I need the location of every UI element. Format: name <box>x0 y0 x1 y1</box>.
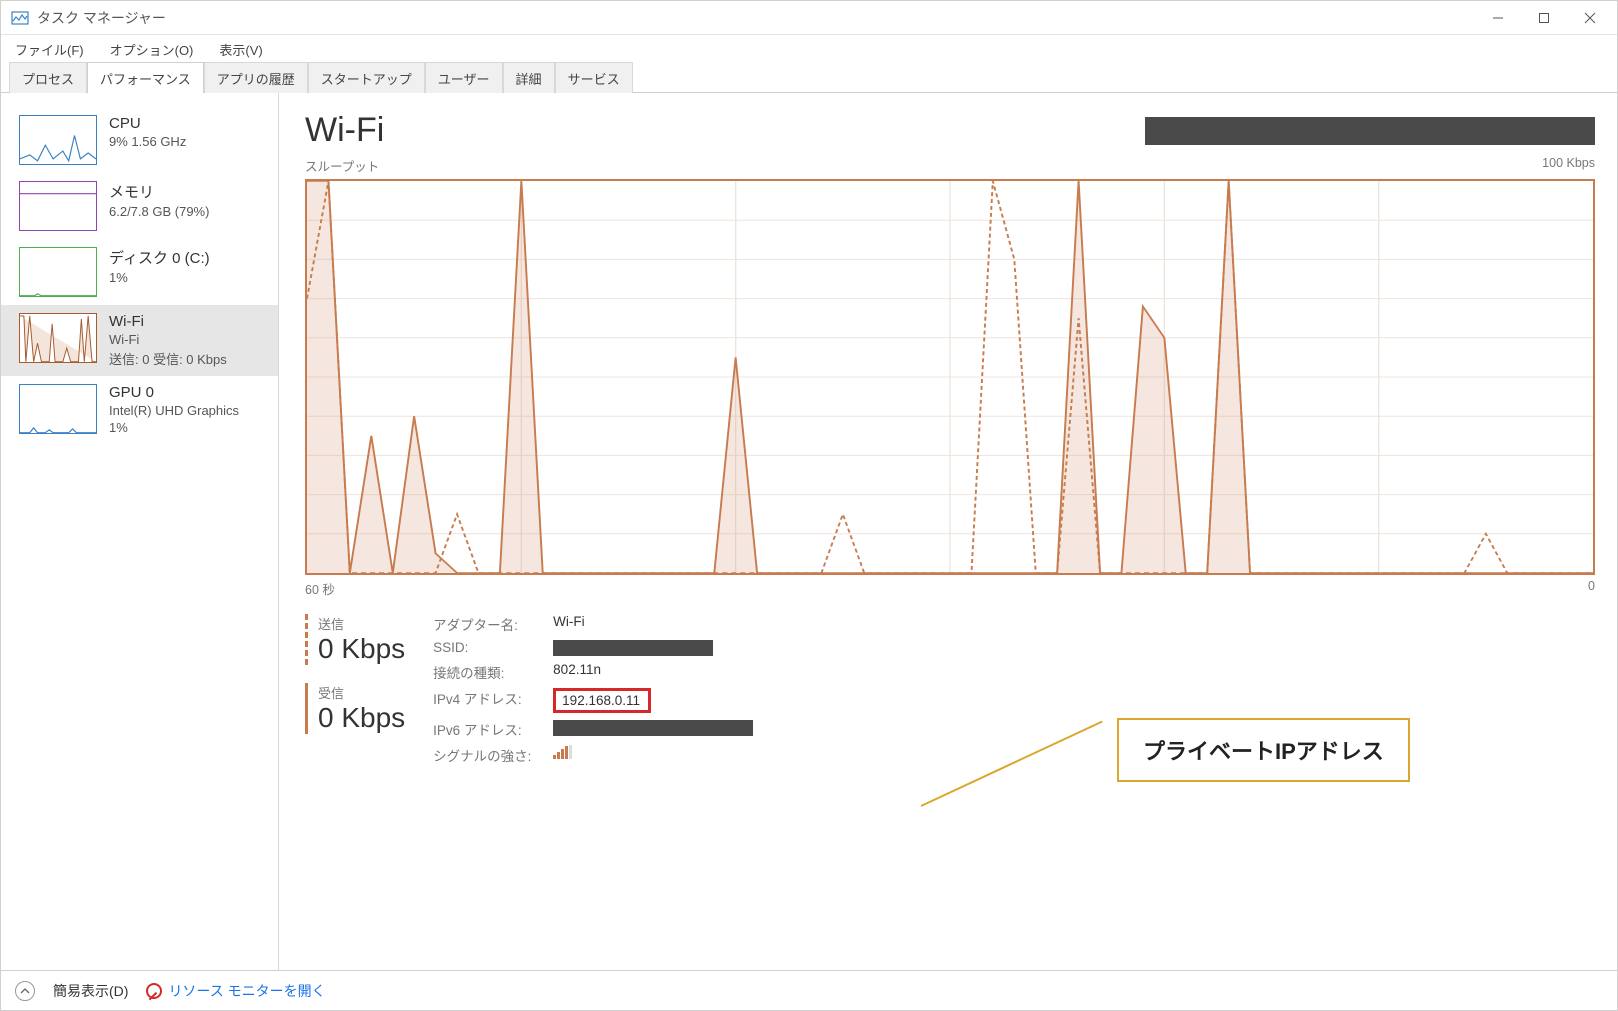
detail-grid: アダプター名: Wi-Fi SSID: 接続の種類: 802.11n IPv4 … <box>433 614 763 765</box>
resource-monitor-icon <box>146 983 162 999</box>
memory-thumb <box>19 181 97 231</box>
sidebar-label: メモリ <box>109 181 209 202</box>
chart-axis-left: 60 秒 <box>305 579 335 598</box>
conn-value: 802.11n <box>553 662 763 682</box>
fewer-details-button[interactable]: 簡易表示(D) <box>53 981 128 1001</box>
page-title: Wi-Fi <box>305 111 384 150</box>
window-title: タスク マネージャー <box>37 8 166 28</box>
chart-axis-right: 0 <box>1588 579 1595 598</box>
sidebar-item-cpu[interactable]: CPU 9% 1.56 GHz <box>1 107 278 173</box>
recv-value: 0 Kbps <box>318 702 405 734</box>
menu-options[interactable]: オプション(O) <box>104 36 200 63</box>
sidebar-label: ディスク 0 (C:) <box>109 247 210 268</box>
sidebar: CPU 9% 1.56 GHz メモリ 6.2/7.8 GB (79%) <box>1 93 279 970</box>
ipv6-value <box>553 719 763 739</box>
sidebar-sub2: 1% <box>109 420 239 435</box>
menu-file[interactable]: ファイル(F) <box>9 36 90 63</box>
cpu-thumb <box>19 115 97 165</box>
chart-caption: スループット 100 Kbps <box>305 156 1595 175</box>
menu-view[interactable]: 表示(V) <box>213 36 268 63</box>
send-value: 0 Kbps <box>318 633 405 665</box>
tab-services[interactable]: サービス <box>555 62 633 93</box>
conn-label: 接続の種類: <box>433 662 553 682</box>
ipv4-value-cell: 192.168.0.11 <box>553 688 763 713</box>
app-icon <box>11 9 29 27</box>
ipv4-label: IPv4 アドレス: <box>433 688 553 713</box>
ssid-value <box>553 640 763 656</box>
sidebar-label: GPU 0 <box>109 384 239 401</box>
throughput-chart <box>305 179 1595 575</box>
chevron-up-icon[interactable] <box>15 981 35 1001</box>
tab-app-history[interactable]: アプリの履歴 <box>204 62 308 93</box>
close-button[interactable] <box>1567 3 1613 33</box>
ipv6-label: IPv6 アドレス: <box>433 719 553 739</box>
ipv6-redacted <box>553 720 753 736</box>
task-manager-window: タスク マネージャー ファイル(F) オプション(O) 表示(V) プロセス パ… <box>0 0 1618 1011</box>
tab-bar: プロセス パフォーマンス アプリの履歴 スタートアップ ユーザー 詳細 サービス <box>1 63 1617 93</box>
tab-performance[interactable]: パフォーマンス <box>87 62 204 93</box>
sidebar-sub: Wi-Fi <box>109 332 227 347</box>
main-header: Wi-Fi <box>305 111 1595 150</box>
gpu-thumb <box>19 384 97 434</box>
maximize-button[interactable] <box>1521 3 1567 33</box>
sidebar-item-gpu[interactable]: GPU 0 Intel(R) UHD Graphics 1% <box>1 376 278 443</box>
disk-thumb <box>19 247 97 297</box>
stat-receive: 受信 0 Kbps <box>305 683 405 734</box>
body: CPU 9% 1.56 GHz メモリ 6.2/7.8 GB (79%) <box>1 93 1617 970</box>
adapter-description-redacted <box>1145 117 1595 145</box>
signal-label: シグナルの強さ: <box>433 745 553 765</box>
sidebar-sub: 9% 1.56 GHz <box>109 134 186 149</box>
adapter-label: アダプター名: <box>433 614 553 634</box>
ssid-label: SSID: <box>433 640 553 656</box>
tab-details[interactable]: 詳細 <box>503 62 555 93</box>
bottom-bar: 簡易表示(D) リソース モニターを開く <box>1 970 1617 1010</box>
signal-bars-icon <box>553 745 572 759</box>
sidebar-label: CPU <box>109 115 186 132</box>
chart-axis: 60 秒 0 <box>305 579 1595 598</box>
ipv4-value: 192.168.0.11 <box>553 688 651 713</box>
stat-send: 送信 0 Kbps <box>305 614 405 665</box>
minimize-button[interactable] <box>1475 3 1521 33</box>
sidebar-label: Wi-Fi <box>109 313 227 330</box>
sidebar-item-memory[interactable]: メモリ 6.2/7.8 GB (79%) <box>1 173 278 239</box>
tab-processes[interactable]: プロセス <box>9 62 87 93</box>
sidebar-sub2: 送信: 0 受信: 0 Kbps <box>109 349 227 368</box>
chart-caption-left: スループット <box>305 156 379 175</box>
send-label: 送信 <box>318 614 405 633</box>
tab-users[interactable]: ユーザー <box>425 62 503 93</box>
sidebar-item-disk[interactable]: ディスク 0 (C:) 1% <box>1 239 278 305</box>
open-resource-monitor-link[interactable]: リソース モニターを開く <box>146 981 325 1001</box>
chart-svg <box>307 181 1593 573</box>
wifi-thumb <box>19 313 97 363</box>
signal-value <box>553 745 763 765</box>
chart-caption-right: 100 Kbps <box>1542 156 1595 175</box>
sidebar-item-wifi[interactable]: Wi-Fi Wi-Fi 送信: 0 受信: 0 Kbps <box>1 305 278 376</box>
adapter-value: Wi-Fi <box>553 614 763 634</box>
tab-startup[interactable]: スタートアップ <box>308 62 425 93</box>
recv-label: 受信 <box>318 683 405 702</box>
callout-text: プライベートIPアドレス <box>1143 739 1384 764</box>
sidebar-sub: Intel(R) UHD Graphics <box>109 403 239 418</box>
menu-bar: ファイル(F) オプション(O) 表示(V) <box>1 35 1617 63</box>
main-panel: Wi-Fi スループット 100 Kbps 60 秒 0 送信 0 Kbps <box>279 93 1617 970</box>
sidebar-sub: 6.2/7.8 GB (79%) <box>109 204 209 219</box>
callout-private-ip: プライベートIPアドレス <box>1117 718 1410 782</box>
resmon-label: リソース モニターを開く <box>168 981 325 1001</box>
ssid-redacted <box>553 640 713 656</box>
sidebar-sub: 1% <box>109 270 210 285</box>
title-bar: タスク マネージャー <box>1 1 1617 35</box>
